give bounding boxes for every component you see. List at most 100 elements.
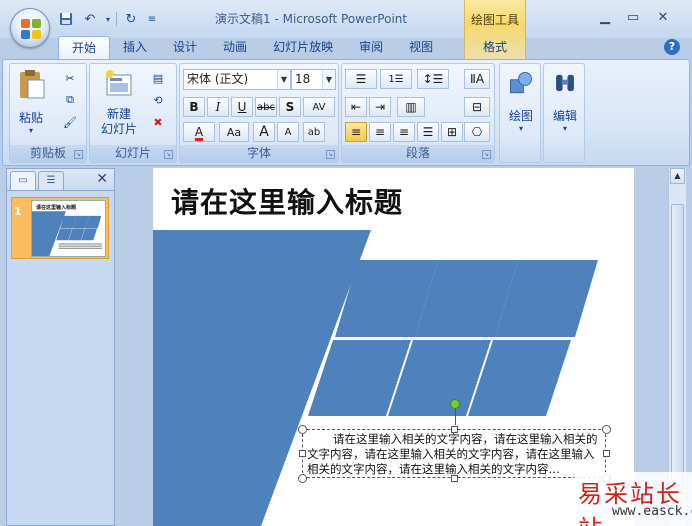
- font-group: 宋体 (正文) ▼ 18 ▼ B I U abc S AV A Aa A A a…: [179, 63, 339, 163]
- slides-pane: ▭ ☰ ✕ 1 请在这里输入标题: [6, 168, 115, 526]
- copy-icon[interactable]: ⧉: [60, 90, 80, 110]
- minimize-button[interactable]: ▁: [592, 8, 618, 26]
- editing-group: 编辑 ▾: [543, 63, 585, 163]
- close-button[interactable]: ✕: [650, 8, 676, 26]
- tab-slideshow[interactable]: 幻灯片放映: [260, 36, 346, 60]
- customize-qat-icon[interactable]: ≡: [145, 10, 159, 28]
- clear-formatting-button[interactable]: ab: [303, 122, 325, 142]
- slides-tab-icon[interactable]: ▭: [10, 171, 36, 190]
- clipboard-launcher-icon[interactable]: ↘: [74, 150, 83, 159]
- clipboard-group: 粘贴 ▾ ✂ ⧉ 🖌 剪贴板 ↘: [9, 63, 87, 163]
- thumbnail-title: 请在这里输入标题: [36, 205, 77, 211]
- resize-handle-top[interactable]: [451, 426, 458, 433]
- tab-animation[interactable]: 动画: [210, 36, 260, 60]
- text-direction-icon[interactable]: ⅡA: [464, 69, 490, 89]
- decrease-indent-icon[interactable]: ⇤: [345, 97, 367, 117]
- ribbon-tabs: 开始 插入 设计 动画 幻灯片放映 审阅 视图: [58, 36, 446, 60]
- align-left-icon[interactable]: ≡: [345, 122, 367, 142]
- editing-dropdown-icon[interactable]: ▾: [548, 124, 582, 133]
- slides-group: 新建 幻灯片 ▤ ⟲ ✖ 幻灯片 ↘: [89, 63, 177, 163]
- paste-button[interactable]: 粘贴 ▾: [14, 68, 48, 135]
- body-text-box[interactable]: 请在这里输入相关的文字内容，请在这里输入相关的文字内容，请在这里输入相关的文字内…: [302, 429, 606, 478]
- format-painter-icon[interactable]: 🖌: [60, 112, 80, 132]
- reset-icon[interactable]: ⟲: [148, 90, 168, 110]
- drawing-dropdown-icon[interactable]: ▾: [504, 124, 538, 133]
- editing-button[interactable]: 编辑 ▾: [548, 70, 582, 133]
- scroll-thumb[interactable]: [671, 204, 684, 494]
- bold-button[interactable]: B: [183, 97, 205, 117]
- undo-dropdown-icon[interactable]: ▾: [104, 10, 112, 28]
- font-launcher-icon[interactable]: ↘: [326, 150, 335, 159]
- rotation-line: [455, 409, 456, 425]
- layout-icon[interactable]: ▤: [148, 68, 168, 88]
- ribbon: 粘贴 ▾ ✂ ⧉ 🖌 剪贴板 ↘ 新建 幻灯片 ▤ ⟲ ✖ 幻灯片 ↘ 宋体 (…: [2, 59, 690, 166]
- change-case-button[interactable]: Aa: [219, 122, 249, 142]
- justify-icon[interactable]: ☰: [417, 122, 439, 142]
- character-spacing-button[interactable]: AV: [303, 97, 335, 117]
- resize-handle-right[interactable]: [603, 450, 610, 457]
- paragraph-group: ☰ 1☰ ↕☰ ⅡA ⇤ ⇥ ▥ ⊟ ≡ ≡ ≡ ☰ ⊞ ⎔ 段落 ↘: [341, 63, 495, 163]
- columns-icon[interactable]: ▥: [397, 97, 425, 117]
- strikethrough-button[interactable]: abc: [255, 97, 277, 117]
- outline-tab-icon[interactable]: ☰: [38, 171, 64, 190]
- smartart-icon[interactable]: ⎔: [464, 122, 490, 142]
- new-slide-icon: [106, 70, 132, 96]
- tab-format[interactable]: 格式: [466, 36, 524, 60]
- align-center-icon[interactable]: ≡: [369, 122, 391, 142]
- drawing-label: 绘图: [508, 109, 533, 123]
- font-name-value: 宋体 (正文): [187, 72, 249, 86]
- quick-access-toolbar: ↶ ▾ ↻ ≡: [56, 9, 159, 29]
- paste-icon: [20, 70, 45, 99]
- increase-indent-icon[interactable]: ⇥: [369, 97, 391, 117]
- resize-handle-bottom[interactable]: [451, 475, 458, 482]
- distribute-icon[interactable]: ⊞: [441, 122, 463, 142]
- resize-handle-top-left[interactable]: [298, 425, 307, 434]
- font-color-button[interactable]: A: [183, 122, 215, 142]
- align-text-icon[interactable]: ⊟: [464, 97, 490, 117]
- font-group-label: 字体: [180, 145, 338, 162]
- tab-review[interactable]: 审阅: [346, 36, 396, 60]
- help-icon[interactable]: ?: [664, 39, 680, 55]
- tab-home[interactable]: 开始: [58, 36, 111, 60]
- italic-button[interactable]: I: [207, 97, 229, 117]
- tab-design[interactable]: 设计: [160, 36, 210, 60]
- paste-dropdown-icon[interactable]: ▾: [14, 126, 48, 135]
- bullets-icon[interactable]: ☰: [345, 69, 377, 89]
- office-button[interactable]: [10, 8, 50, 48]
- rotation-handle[interactable]: [450, 399, 460, 409]
- tab-insert[interactable]: 插入: [110, 36, 160, 60]
- new-slide-label: 新建 幻灯片: [100, 107, 137, 136]
- font-name-combo[interactable]: 宋体 (正文) ▼: [183, 69, 291, 90]
- resize-handle-bottom-left[interactable]: [298, 474, 307, 483]
- new-slide-button[interactable]: 新建 幻灯片: [92, 68, 146, 137]
- slides-launcher-icon[interactable]: ↘: [164, 150, 173, 159]
- redo-icon[interactable]: ↻: [121, 10, 141, 28]
- tab-view[interactable]: 视图: [396, 36, 446, 60]
- align-right-icon[interactable]: ≡: [393, 122, 415, 142]
- undo-icon[interactable]: ↶: [80, 10, 100, 28]
- underline-button[interactable]: U: [231, 97, 253, 117]
- slide-title[interactable]: 请在这里输入标题: [171, 181, 403, 221]
- numbering-icon[interactable]: 1☰: [380, 69, 412, 89]
- slide-number: 1: [14, 205, 22, 218]
- shrink-font-button[interactable]: A: [277, 122, 299, 142]
- chevron-down-icon[interactable]: ▼: [322, 70, 335, 89]
- body-text[interactable]: 请在这里输入相关的文字内容，请在这里输入相关的文字内容，请在这里输入相关的文字内…: [307, 432, 603, 477]
- scroll-up-icon[interactable]: ▲: [670, 168, 685, 184]
- grow-font-button[interactable]: A: [253, 122, 275, 142]
- chevron-down-icon[interactable]: ▼: [277, 70, 290, 89]
- font-size-combo[interactable]: 18 ▼: [291, 69, 336, 90]
- resize-handle-left[interactable]: [299, 450, 306, 457]
- window-title: 演示文稿1 - Microsoft PowerPoint: [215, 12, 408, 26]
- save-icon[interactable]: [56, 10, 76, 28]
- delete-slide-icon[interactable]: ✖: [148, 112, 168, 132]
- maximize-button[interactable]: ▭: [620, 8, 646, 26]
- slide-thumbnail[interactable]: 请在这里输入标题: [31, 200, 106, 257]
- close-pane-icon[interactable]: ✕: [96, 171, 108, 187]
- line-spacing-icon[interactable]: ↕☰: [417, 69, 449, 89]
- paragraph-launcher-icon[interactable]: ↘: [482, 150, 491, 159]
- resize-handle-top-right[interactable]: [602, 425, 611, 434]
- drawing-button[interactable]: 绘图 ▾: [504, 70, 538, 133]
- shadow-button[interactable]: S: [279, 97, 301, 117]
- cut-icon[interactable]: ✂: [60, 68, 80, 88]
